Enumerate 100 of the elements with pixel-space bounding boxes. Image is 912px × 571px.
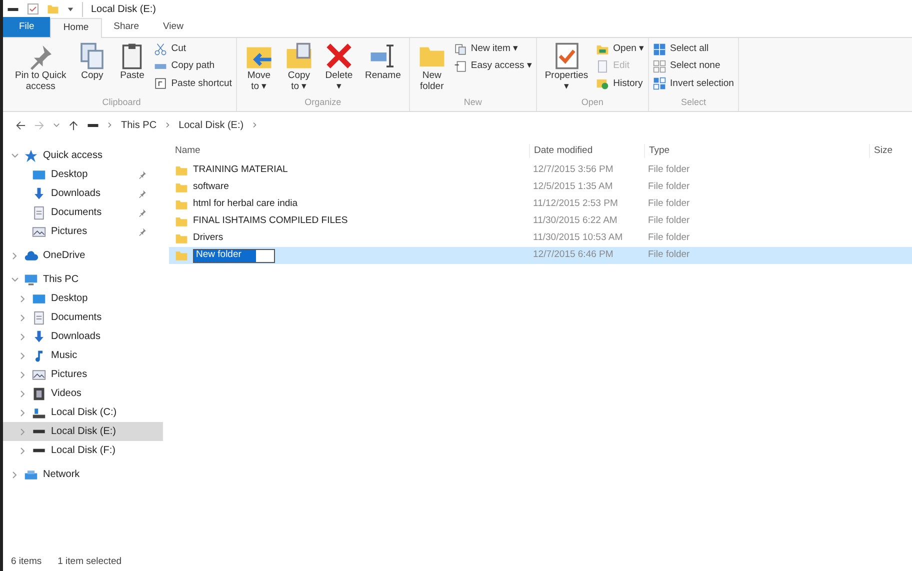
- pin-icon: [138, 208, 147, 217]
- ribbon-button[interactable]: Paste shortcut: [154, 76, 232, 91]
- nav-item[interactable]: Documents: [3, 308, 163, 327]
- nav-item[interactable]: Documents: [3, 203, 163, 222]
- group-label: New: [462, 96, 483, 108]
- nav-item[interactable]: Network: [3, 465, 163, 484]
- checkbox-icon[interactable]: [27, 3, 39, 15]
- ribbon-button[interactable]: Invert selection: [653, 76, 734, 91]
- drive-icon: [32, 429, 46, 434]
- ribbon-button[interactable]: Copy path: [154, 59, 232, 74]
- folder-icon: [175, 232, 188, 245]
- nav-item[interactable]: Desktop: [3, 289, 163, 308]
- ribbon-button[interactable]: Cut: [154, 42, 232, 56]
- chevron-down-icon[interactable]: [11, 276, 19, 284]
- file-row[interactable]: software 12/5/2015 1:35 AM File folder: [169, 179, 912, 196]
- scissors-icon: [154, 42, 168, 56]
- nav-item[interactable]: Local Disk (C:): [3, 403, 163, 422]
- chevron-right-icon[interactable]: [19, 294, 27, 302]
- nav-item[interactable]: Downloads: [3, 184, 163, 203]
- ribbon-button[interactable]: Delete ▾: [320, 42, 357, 96]
- select-all-icon: [653, 42, 666, 56]
- date-cell-text: 11/30/2015 10:53 AM: [532, 231, 624, 246]
- ribbon-button[interactable]: Pin to Quick access: [11, 42, 70, 96]
- file-row[interactable]: Drivers 11/30/2015 10:53 AM File folder: [169, 230, 912, 247]
- selection-status: 1 item selected: [58, 554, 122, 569]
- edit-icon: [596, 60, 610, 73]
- type-cell-text: File folder: [647, 248, 691, 262]
- back-arrow-icon[interactable]: [15, 120, 26, 130]
- document-icon: [32, 310, 46, 324]
- file-row[interactable]: New folder 12/7/2015 6:46 PM File folder: [169, 247, 912, 264]
- dropdown-icon[interactable]: [67, 6, 74, 12]
- nav-item[interactable]: Local Disk (E:): [3, 422, 163, 441]
- copy-icon: [78, 42, 106, 70]
- column-header[interactable]: Date modified: [529, 144, 644, 158]
- nav-item[interactable]: OneDrive: [3, 246, 163, 265]
- ribbon-button[interactable]: Select none: [653, 59, 734, 74]
- column-header[interactable]: Type: [644, 144, 869, 158]
- chevron-right-icon[interactable]: [19, 314, 27, 322]
- ribbon-button[interactable]: Copy: [74, 42, 110, 96]
- file-row[interactable]: html for herbal care india 11/12/2015 2:53 PM File folder: [169, 196, 912, 213]
- type-cell-text: File folder: [647, 231, 691, 246]
- ribbon-button[interactable]: Open ▾: [596, 42, 644, 56]
- ribbon-button[interactable]: New item ▾: [454, 42, 532, 56]
- chevron-right-icon[interactable]: [19, 390, 27, 398]
- nav-item[interactable]: Downloads: [3, 327, 163, 346]
- nav-item[interactable]: Pictures: [3, 222, 163, 241]
- ribbon-button[interactable]: Move to ▾: [240, 42, 277, 96]
- nav-item[interactable]: Desktop: [3, 165, 163, 184]
- chevron-right-icon[interactable]: [19, 428, 27, 436]
- open-folder-icon: [596, 42, 610, 56]
- date-cell-text: 11/30/2015 6:22 AM: [532, 214, 618, 228]
- chevron-right-icon[interactable]: [11, 252, 19, 260]
- nav-item[interactable]: Pictures: [3, 365, 163, 384]
- breadcrumb[interactable]: This PC: [121, 118, 157, 132]
- ribbon-button[interactable]: History: [596, 76, 644, 91]
- nav-item[interactable]: Local Disk (F:): [3, 441, 163, 460]
- chevron-right-icon[interactable]: [19, 408, 27, 416]
- column-header[interactable]: Size: [869, 144, 892, 158]
- file-name: software: [193, 180, 229, 194]
- ribbon-tab[interactable]: File: [3, 17, 50, 37]
- nav-item[interactable]: Music: [3, 346, 163, 365]
- folder-icon: [175, 164, 188, 177]
- network-icon: [24, 468, 38, 482]
- chevron-down-icon[interactable]: [11, 152, 19, 160]
- column-header[interactable]: Name: [169, 144, 529, 158]
- ribbon-tab[interactable]: Home: [50, 18, 102, 38]
- file-row[interactable]: TRAINING MATERIAL 12/7/2015 3:56 PM File folder: [169, 162, 912, 179]
- forward-arrow-icon[interactable]: [34, 120, 45, 130]
- drive-icon: [87, 122, 99, 128]
- ribbon-button[interactable]: Select all: [653, 42, 734, 56]
- ribbon-tab[interactable]: Share: [102, 17, 152, 37]
- shortcut-icon: [154, 77, 168, 90]
- chevron-right-icon[interactable]: [19, 370, 27, 378]
- invert-selection-icon: [653, 77, 666, 90]
- system-drive-icon: [32, 406, 46, 420]
- ribbon-button[interactable]: Paste: [114, 42, 150, 96]
- breadcrumb[interactable]: Local Disk (E:): [178, 118, 244, 132]
- ribbon-button[interactable]: Rename: [360, 42, 405, 96]
- folder-icon: [175, 215, 188, 228]
- chevron-right-icon[interactable]: [19, 446, 27, 454]
- file-row[interactable]: FINAL ISHTAIMS COMPILED FILES 11/30/2015 6:22 AM File folder: [169, 213, 912, 230]
- nav-item[interactable]: Videos: [3, 384, 163, 403]
- chevron-right-icon[interactable]: [11, 470, 19, 478]
- chevron-right-icon[interactable]: [19, 352, 27, 360]
- up-arrow-icon[interactable]: [68, 120, 79, 130]
- document-icon: [32, 206, 46, 220]
- ribbon-tab[interactable]: View: [151, 17, 196, 37]
- chevron-right-icon: [164, 122, 171, 128]
- desktop-icon: [32, 292, 46, 306]
- rename-field[interactable]: New folder: [193, 248, 275, 262]
- pin-icon: [138, 189, 147, 198]
- chevron-right-icon[interactable]: [19, 332, 27, 340]
- ribbon-button[interactable]: Easy access ▾: [454, 59, 532, 74]
- nav-item[interactable]: This PC: [3, 270, 163, 289]
- caret-icon[interactable]: [53, 122, 60, 128]
- date-cell-text: 12/7/2015 3:56 PM: [532, 163, 614, 178]
- nav-item[interactable]: Quick access: [3, 146, 163, 165]
- ribbon-button[interactable]: Properties ▾: [540, 42, 592, 96]
- ribbon-button[interactable]: New folder: [414, 42, 450, 96]
- ribbon-button[interactable]: Copy to ▾: [280, 42, 317, 96]
